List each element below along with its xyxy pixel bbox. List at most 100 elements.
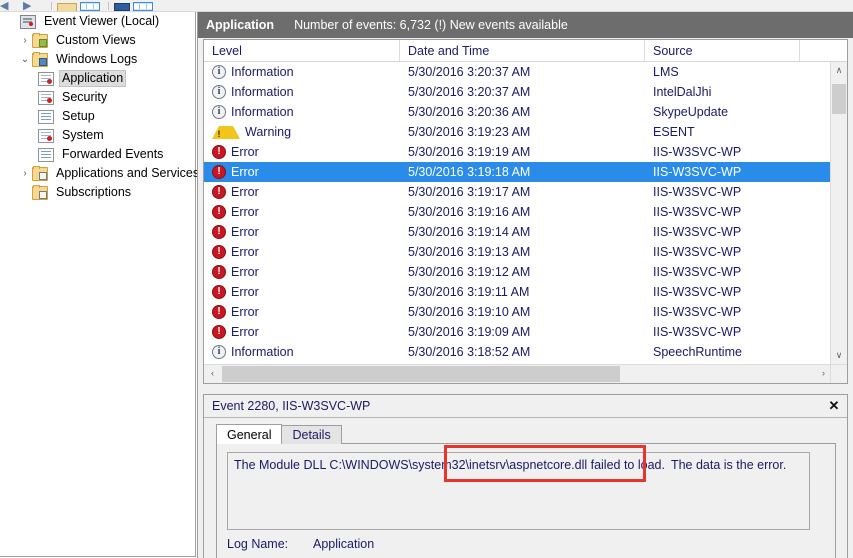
sidebar-item-applications-and-services-logs[interactable]: › Applications and Services Lo [0,164,198,183]
chevron-right-icon[interactable]: › [18,164,32,183]
page-title: Application [206,18,275,32]
pane-splitter[interactable] [203,386,848,393]
table-row[interactable]: i Information 5/30/2016 3:20:36 AM SkypeUpd… [204,102,832,122]
event-message-part-2: The data is the error. [670,458,787,472]
events-list-horizontal-scrollbar[interactable]: ‹ › [204,364,832,383]
table-row[interactable]: ! Error 5/30/2016 3:19:16 AM IIS-W3SVC-WP [204,202,832,222]
sidebar-item-label: Applications and Services Lo [56,166,198,180]
cell-level-label: Error [231,165,259,179]
sidebar-item-windows-logs[interactable]: ⌄ Windows Logs [0,50,195,69]
toolbar-separator-2 [108,2,109,10]
table-row[interactable]: ! Error 5/30/2016 3:19:13 AM IIS-W3SVC-WP [204,242,832,262]
sidebar-item-label: Event Viewer (Local) [44,14,160,28]
scroll-left-icon[interactable]: ‹ [204,365,221,383]
table-row[interactable]: ! Error 5/30/2016 3:19:09 AM IIS-W3SVC-WP [204,322,832,342]
event-message-text: The Module DLL C:\WINDOWS\system32\inets… [228,453,809,478]
information-icon: i [212,65,226,79]
chevron-right-icon[interactable]: › [18,31,32,50]
cell-level-label: Error [231,205,259,219]
scrollbar-corner [830,364,847,383]
table-row[interactable]: i Information 5/30/2016 3:20:37 AM IntelDal… [204,82,832,102]
cell-level: ! Error [204,225,400,239]
scroll-down-icon[interactable]: ∨ [831,347,847,364]
cell-date-and-time: 5/30/2016 3:19:10 AM [408,305,531,319]
events-list-vertical-scrollbar[interactable]: ∧ ∨ [830,62,847,364]
properties-button[interactable] [114,0,130,11]
event-message-box[interactable]: The Module DLL C:\WINDOWS\system32\inets… [227,452,810,530]
column-header-level[interactable]: Level [204,40,400,61]
sidebar-item-security[interactable]: Security [0,88,195,107]
table-row[interactable]: Warning 5/30/2016 3:19:23 AM ESENT [204,122,832,142]
horizontal-scrollbar-thumb[interactable] [222,366,620,382]
cell-source: IIS-W3SVC-WP [653,265,742,279]
table-row[interactable]: ! Error 5/30/2016 3:19:10 AM IIS-W3SVC-WP [204,302,832,322]
error-icon: ! [212,145,226,159]
tab-general[interactable]: General [216,424,283,444]
information-icon: i [212,105,226,119]
scroll-up-icon[interactable]: ∧ [831,62,847,79]
table-row[interactable]: ! Error 5/30/2016 3:19:11 AM IIS-W3SVC-WP [204,282,832,302]
cell-level-label: Error [231,225,259,239]
sidebar-item-application[interactable]: Application [0,69,195,88]
event-detail-title-bar: Event 2280, IIS-W3SVC-WP ✕ [204,395,847,418]
event-count-status: Number of events: 6,732 (!) New events a… [294,18,568,32]
sidebar-item-label: Windows Logs [56,52,138,66]
cell-date-and-time: 5/30/2016 3:19:19 AM [408,145,531,159]
main-content-pane: Application Number of events: 6,732 (!) … [198,12,853,558]
sidebar-item-label: System [62,128,104,142]
cell-source: IIS-W3SVC-WP [653,185,742,199]
event-detail-tabs: General Details [216,424,342,444]
forwarded-events-log-icon [38,147,54,162]
setup-log-icon [38,109,54,124]
cell-date-and-time: 5/30/2016 3:19:09 AM [408,325,531,339]
cell-date-and-time: 5/30/2016 3:19:12 AM [408,265,531,279]
table-row[interactable]: i Information 5/30/2016 3:20:37 AM LMS [204,62,832,82]
sidebar-item-event-viewer-local[interactable]: Event Viewer (Local) [0,12,195,31]
table-row[interactable]: ! Error 5/30/2016 3:19:18 AM IIS-W3SVC-WP [204,162,832,182]
log-header-band: Application Number of events: 6,732 (!) … [198,12,853,38]
error-icon: ! [212,185,226,199]
cell-level: i Information [204,105,400,119]
back-arrow-icon: ◀ [0,0,9,12]
forward-button[interactable]: ▶ [23,0,43,12]
security-log-icon [38,90,54,105]
table-row[interactable]: ! Error 5/30/2016 3:19:12 AM IIS-W3SVC-WP [204,262,832,282]
close-icon[interactable]: ✕ [827,399,841,413]
up-folder-button[interactable] [57,0,77,11]
sidebar-item-forwarded-events[interactable]: Forwarded Events [0,145,195,164]
table-row[interactable]: ! Error 5/30/2016 3:19:19 AM IIS-W3SVC-WP [204,142,832,162]
cell-source: ESENT [653,125,695,139]
action-pane-icon [133,2,153,11]
cell-source: IIS-W3SVC-WP [653,245,742,259]
cell-source: IIS-W3SVC-WP [653,145,742,159]
column-header-date-and-time[interactable]: Date and Time [400,40,645,61]
toolbar: ◀ ▶ [0,0,853,12]
sidebar-item-setup[interactable]: Setup [0,107,195,126]
cell-date-and-time: 5/30/2016 3:19:13 AM [408,245,531,259]
sidebar-item-system[interactable]: System [0,126,195,145]
column-header-source[interactable]: Source [645,40,800,61]
app-services-folder-icon [32,165,48,181]
tab-details[interactable]: Details [281,425,342,444]
cell-level-label: Information [231,65,294,79]
cell-source: IIS-W3SVC-WP [653,225,742,239]
cell-level: ! Error [204,305,400,319]
show-hide-console-tree-button[interactable] [80,0,100,11]
cell-source: LMS [653,65,679,79]
error-icon: ! [212,225,226,239]
events-list[interactable]: Level Date and Time Source i Information 5… [203,39,848,384]
table-row[interactable]: ! Error 5/30/2016 3:19:14 AM IIS-W3SVC-WP [204,222,832,242]
cell-source: IIS-W3SVC-WP [653,205,742,219]
cell-level: ! Error [204,265,400,279]
chevron-down-icon[interactable]: ⌄ [18,50,32,69]
show-hide-action-pane-button[interactable] [133,0,153,11]
table-row[interactable]: i Information 5/30/2016 3:18:52 AM SpeechRu… [204,342,832,362]
cell-date-and-time: 5/30/2016 3:19:18 AM [408,165,531,179]
sidebar-item-subscriptions[interactable]: Subscriptions [0,183,195,202]
back-button[interactable]: ◀ [0,0,20,12]
error-icon: ! [212,305,226,319]
sidebar-item-custom-views[interactable]: › Custom Views [0,31,195,50]
table-row[interactable]: ! Error 5/30/2016 3:19:17 AM IIS-W3SVC-WP [204,182,832,202]
vertical-scrollbar-thumb[interactable] [832,84,846,114]
cell-level: ! Error [204,245,400,259]
